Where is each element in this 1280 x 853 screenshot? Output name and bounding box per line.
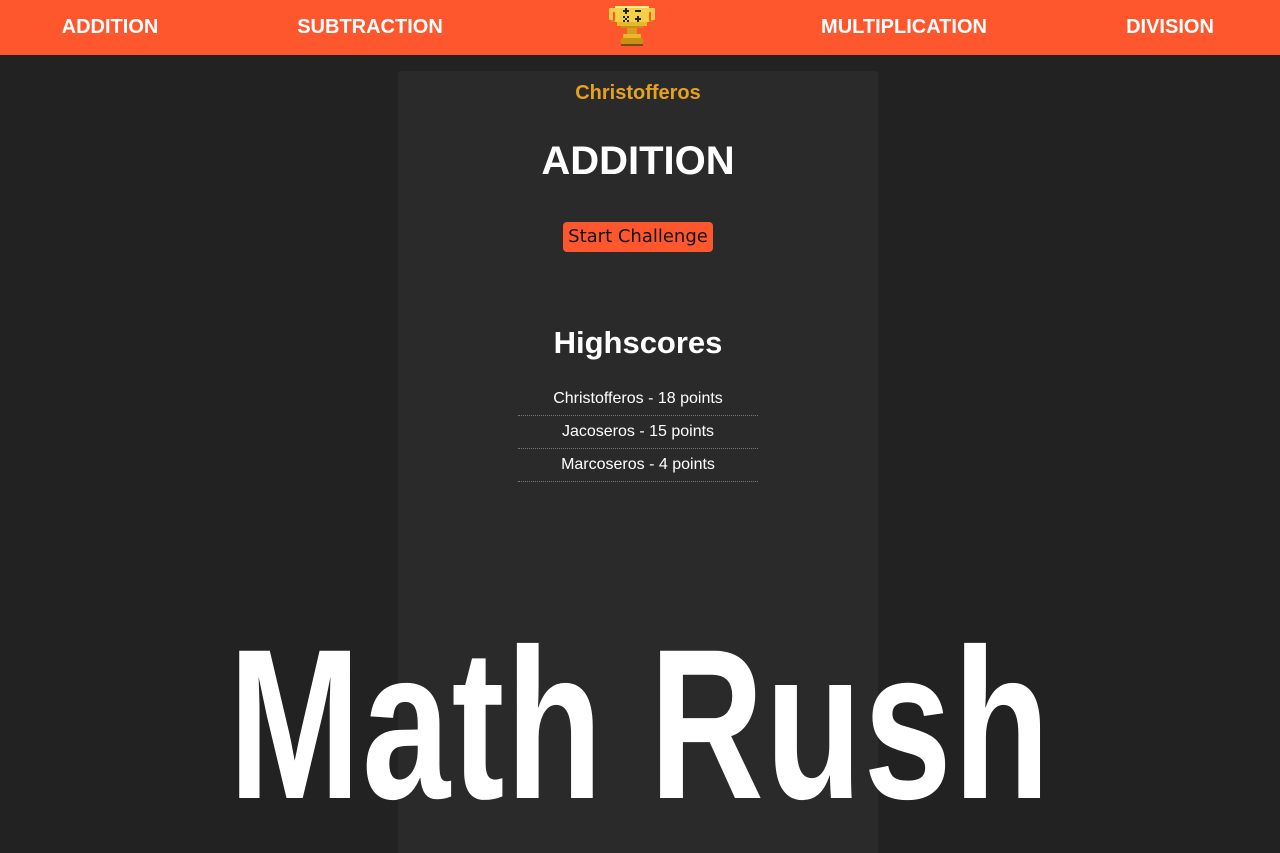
- trophy-icon[interactable]: [609, 4, 655, 48]
- highscores-title: Highscores: [553, 325, 723, 360]
- username-label: Christofferos: [575, 82, 701, 104]
- math-rush-title: Math Rush: [228, 605, 1052, 844]
- mode-title: ADDITION: [541, 139, 735, 183]
- trophy-logo-graphic: [609, 6, 655, 46]
- start-challenge-button[interactable]: Start Challenge: [563, 222, 713, 252]
- highscores-list: Christofferos - 18 points Jacoseros - 15…: [518, 383, 758, 482]
- highscore-item: Jacoseros - 15 points: [518, 416, 758, 449]
- nav-subtraction[interactable]: SUBTRACTION: [280, 0, 460, 55]
- nav-multiplication[interactable]: MULTIPLICATION: [804, 0, 1004, 55]
- highscore-item: Marcoseros - 4 points: [518, 449, 758, 482]
- nav-division[interactable]: DIVISION: [1100, 0, 1240, 55]
- nav-addition[interactable]: ADDITION: [30, 0, 190, 55]
- top-navbar: ADDITION SUBTRACTION MULTIPLICATION DIVI…: [0, 0, 1280, 55]
- highscore-item: Christofferos - 18 points: [518, 383, 758, 416]
